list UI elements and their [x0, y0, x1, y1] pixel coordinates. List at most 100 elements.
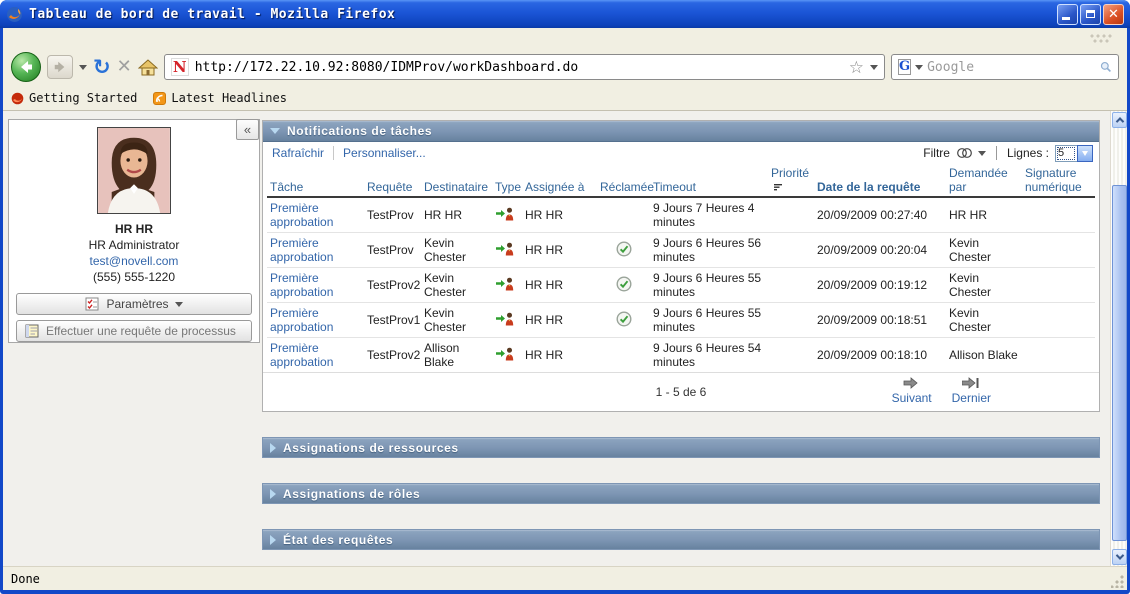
cell-task: Première approbation [267, 232, 364, 268]
cell-recipient: Kevin Chester [421, 302, 492, 338]
col-recipient[interactable]: Destinataire [421, 164, 492, 198]
task-row: Première approbation TestProv2 Kevin Chest… [267, 267, 1095, 303]
browser-window: Tableau de bord de travail - Mozilla Fir… [0, 0, 1130, 594]
claimed-icon [615, 240, 632, 257]
minimize-icon [1062, 16, 1070, 20]
titlebar: Tableau de bord de travail - Mozilla Fir… [0, 0, 1130, 28]
back-arrow-icon [21, 61, 32, 73]
scroll-down-button[interactable] [1112, 549, 1127, 565]
cell-timeout: 9 Jours 6 Heures 56 minutes [650, 232, 768, 268]
last-page-button[interactable]: Dernier [952, 376, 991, 405]
filter-button[interactable] [956, 146, 986, 160]
bookmark-latest-headlines[interactable]: Latest Headlines [153, 91, 287, 105]
process-request-button[interactable]: Effectuer une requête de processus [16, 320, 252, 342]
reload-button[interactable]: ↻ [93, 56, 111, 78]
bookmark-star-icon[interactable]: ☆ [849, 59, 864, 76]
panel-toolbar: Rafraîchir Personnaliser... Filtre Ligne… [263, 142, 1099, 164]
location-bar[interactable]: N ☆ [163, 54, 885, 80]
settings-dropdown-icon [174, 301, 183, 307]
col-task[interactable]: Tâche [267, 164, 364, 198]
col-requested-by[interactable]: Demandée par [946, 164, 1022, 198]
section-resource-assignments[interactable]: Assignations de ressources [262, 437, 1100, 458]
panel-header-task-notifications[interactable]: Notifications de tâches [263, 121, 1099, 142]
close-button[interactable]: ✕ [1103, 3, 1124, 25]
minimize-button[interactable] [1057, 3, 1078, 25]
bookmark-dropdown-icon[interactable] [870, 64, 878, 70]
cell-priority [768, 338, 814, 373]
history-dropdown-icon[interactable] [79, 64, 87, 70]
refresh-link[interactable]: Rafraîchir [263, 146, 335, 160]
task-link[interactable]: Première approbation [270, 341, 333, 369]
pagination-bar: 1 - 5 de 6 Suivant Dernier [263, 372, 1099, 411]
stop-button[interactable]: ✕ [117, 58, 132, 76]
bookmark-getting-started[interactable]: Getting Started [11, 91, 137, 105]
status-bar: Done [3, 566, 1127, 590]
task-link[interactable]: Première approbation [270, 236, 333, 264]
collapsed-triangle-icon [270, 488, 276, 499]
rows-select-arrow[interactable] [1077, 144, 1093, 162]
search-input[interactable] [927, 59, 1097, 75]
settings-label: Paramètres [106, 297, 169, 312]
col-timeout[interactable]: Timeout [650, 164, 768, 198]
personalize-link[interactable]: Personnaliser... [334, 146, 435, 160]
scrollbar-thumb[interactable] [1112, 185, 1127, 541]
engine-dropdown-icon[interactable] [915, 64, 924, 70]
process-request-label: Effectuer une requête de processus [46, 324, 236, 339]
next-page-button[interactable]: Suivant [892, 376, 932, 405]
section-title: Assignations de rôles [283, 486, 421, 501]
user-email-link[interactable]: test@novell.com [90, 254, 179, 268]
task-row: Première approbation TestProv2 Allison Bla… [267, 338, 1095, 373]
cell-type [492, 267, 522, 303]
task-row: Première approbation TestProv Kevin Cheste… [267, 232, 1095, 268]
section-role-assignments[interactable]: Assignations de rôles [262, 483, 1100, 504]
rows-select-value: 5 [1055, 144, 1077, 162]
cell-task: Première approbation [267, 267, 364, 303]
forward-button[interactable] [47, 55, 73, 79]
section-request-status[interactable]: État des requêtes [262, 529, 1100, 550]
collapse-sidebar-button[interactable]: « [236, 119, 259, 140]
cell-assigned-to: HR HR [522, 232, 597, 268]
resize-grip-icon[interactable] [1111, 574, 1125, 588]
cell-type [492, 197, 522, 233]
search-bar[interactable]: G [891, 54, 1119, 80]
back-button[interactable] [11, 52, 41, 82]
cell-priority [768, 197, 814, 233]
cell-task: Première approbation [267, 338, 364, 373]
task-link[interactable]: Première approbation [270, 271, 333, 299]
col-request[interactable]: Requête [364, 164, 421, 198]
maximize-button[interactable] [1080, 3, 1101, 25]
col-assigned-to[interactable]: Assignée à [522, 164, 597, 198]
col-priority[interactable]: Priorité [768, 164, 814, 198]
expanded-triangle-icon [270, 128, 280, 134]
cell-request-date: 20/09/2009 00:20:04 [814, 232, 946, 268]
next-arrow-icon [903, 377, 918, 389]
search-magnifier-icon[interactable] [1100, 59, 1112, 75]
cell-signature [1022, 232, 1095, 268]
vertical-scrollbar[interactable] [1110, 111, 1127, 566]
assigned-to-user-icon [496, 347, 514, 361]
cell-requested-by: HR HR [946, 197, 1022, 233]
settings-button[interactable]: Paramètres [16, 293, 252, 316]
col-request-date[interactable]: Date de la requête [814, 164, 946, 198]
window-title: Tableau de bord de travail - Mozilla Fir… [29, 6, 396, 22]
assigned-to-user-icon [496, 242, 514, 256]
scroll-up-button[interactable] [1112, 112, 1127, 128]
home-button[interactable] [137, 58, 158, 76]
user-title: HR Administrator [88, 238, 180, 253]
col-type[interactable]: Type [492, 164, 522, 198]
task-link[interactable]: Première approbation [270, 306, 333, 334]
cell-requested-by: Kevin Chester [946, 267, 1022, 303]
task-link[interactable]: Première approbation [270, 201, 333, 229]
cell-recipient: HR HR [421, 197, 492, 233]
url-input[interactable] [194, 59, 843, 75]
navigation-toolbar: ↻ ✕ N ☆ G [3, 48, 1127, 86]
task-notifications-panel: Notifications de tâches Rafraîchir Perso… [262, 120, 1100, 412]
cell-timeout: 9 Jours 6 Heures 55 minutes [650, 302, 768, 338]
cell-type [492, 302, 522, 338]
col-claimed[interactable]: Réclamée [597, 164, 654, 198]
cell-request-date: 20/09/2009 00:27:40 [814, 197, 946, 233]
cell-requested-by: Allison Blake [949, 348, 1018, 362]
rows-select[interactable]: 5 [1055, 144, 1093, 162]
col-digital-signature[interactable]: Signature numérique [1022, 164, 1095, 198]
assigned-to-user-icon [496, 312, 514, 326]
